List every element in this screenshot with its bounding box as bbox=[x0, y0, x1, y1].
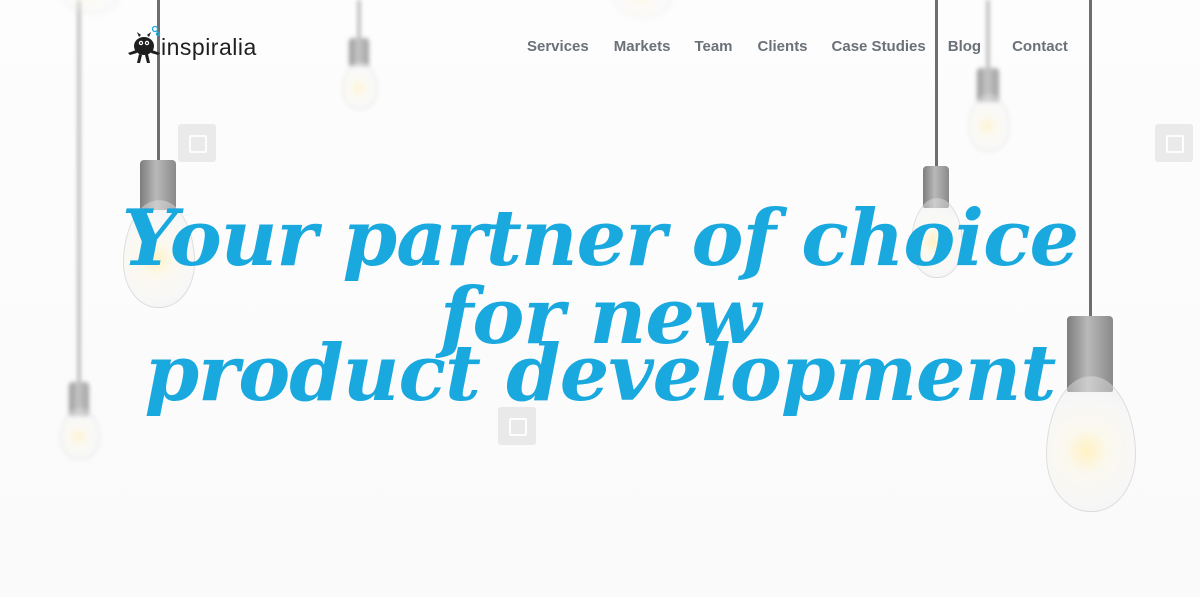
brand-name: inspiralia bbox=[161, 33, 257, 60]
nav-item-blog[interactable]: Blog bbox=[948, 38, 981, 55]
nav-item-services[interactable]: Services bbox=[527, 38, 589, 55]
nav-item-team[interactable]: Team bbox=[694, 38, 732, 55]
watermark-icon bbox=[178, 124, 216, 162]
nav-item-markets[interactable]: Markets bbox=[614, 38, 671, 55]
mascot-icon bbox=[127, 24, 161, 64]
brand-logo[interactable]: inspiralia bbox=[127, 22, 257, 66]
main-navigation: Services Markets Team Clients Case Studi… bbox=[527, 38, 1068, 55]
nav-item-clients[interactable]: Clients bbox=[758, 38, 808, 55]
nav-item-case-studies[interactable]: Case Studies bbox=[832, 38, 926, 55]
watermark-icon bbox=[1155, 124, 1193, 162]
nav-item-contact[interactable]: Contact bbox=[1012, 38, 1068, 55]
page: inspiralia Services Markets Team Clients… bbox=[0, 0, 1200, 597]
hero-headline-line-2: product development bbox=[144, 328, 1057, 419]
